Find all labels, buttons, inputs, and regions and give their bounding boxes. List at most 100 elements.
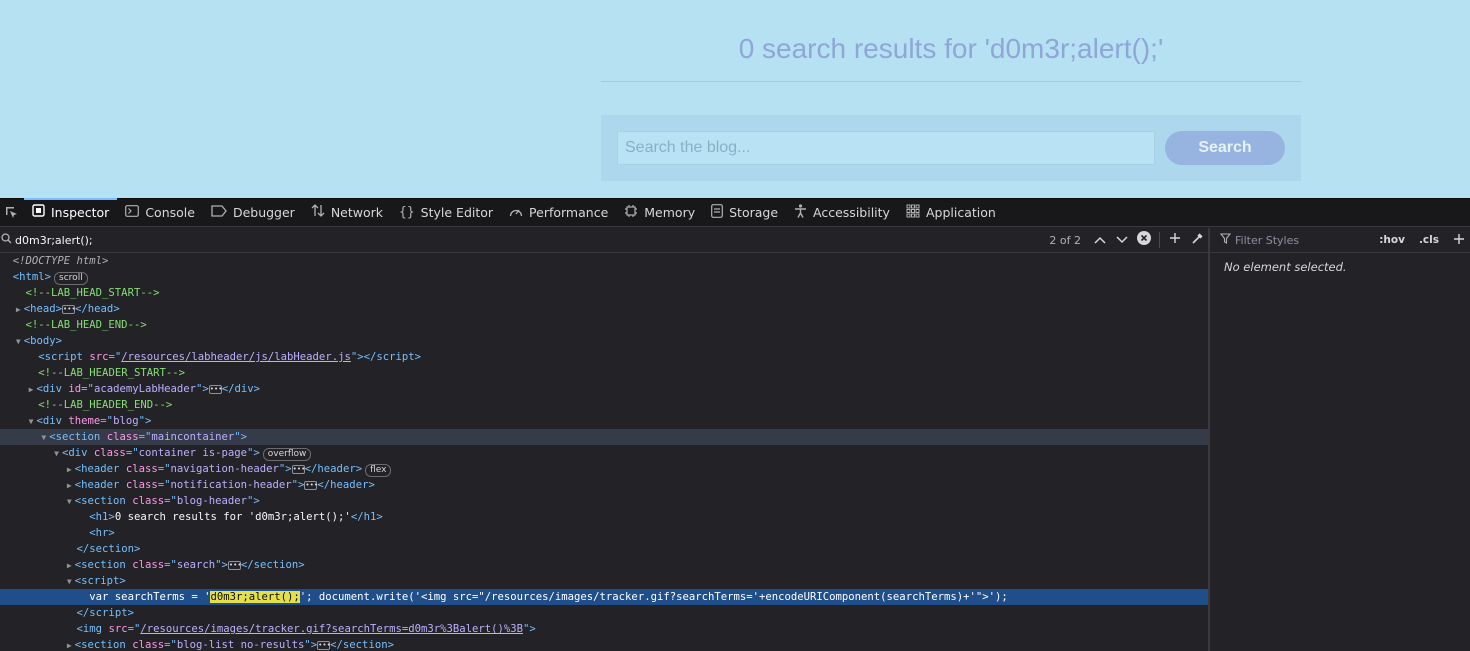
tree-line-img[interactable]: <img src="/resources/images/tracker.gif?… [0, 621, 1208, 637]
devtools-toolbar: Inspector Console Debugger Network {} St… [0, 197, 1470, 227]
tree-line-html[interactable]: <html> scroll [0, 269, 1208, 285]
tree-line-div[interactable]: ▶ <div id="academyLabHeader">•••</div> [0, 381, 1208, 397]
img-src-link[interactable]: /resources/images/tracker.gif?searchTerm… [140, 623, 523, 635]
tree-line-script-close[interactable]: </script> [0, 605, 1208, 621]
expand-arrow-icon[interactable]: ▶ [13, 302, 24, 318]
tree-line-section-maincontainer[interactable]: ▼ <section class="maincontainer"> [0, 429, 1208, 445]
collapse-arrow-icon[interactable]: ▼ [26, 414, 37, 430]
rules-sidebar: Filter Styles :hov .cls No element selec… [1208, 228, 1470, 651]
tab-storage[interactable]: Storage [703, 199, 786, 227]
tree-line-section-blog-list[interactable]: ▶ <section class="blog-list no-results">•… [0, 637, 1208, 651]
tree-line-section-close[interactable]: </section> [0, 541, 1208, 557]
network-icon [311, 204, 325, 221]
collapse-arrow-icon[interactable]: ▼ [64, 574, 75, 590]
tab-accessibility-label: Accessibility [813, 205, 890, 220]
tree-line-div-theme[interactable]: ▼ <div theme="blog"> [0, 413, 1208, 429]
tree-line-head[interactable]: ▶ <head>•••</head> [0, 301, 1208, 317]
comment-node: <!--LAB_HEADER_START--> [38, 367, 185, 379]
expand-arrow-icon[interactable]: ▶ [64, 462, 75, 478]
collapsed-children-icon[interactable]: ••• [208, 384, 222, 394]
tree-line-hr[interactable]: <hr> [0, 525, 1208, 541]
tree-line-comment[interactable]: <!--LAB_HEAD_END--> [0, 317, 1208, 333]
page-heading: 0 search results for 'd0m3r;alert();' [738, 33, 1164, 64]
tab-console[interactable]: Console [117, 199, 203, 227]
tree-line-comment[interactable]: <!--LAB_HEAD_START--> [0, 285, 1208, 301]
collapsed-children-icon[interactable]: ••• [62, 304, 76, 314]
text-node: 0 search results for 'd0m3r;alert();' [114, 511, 351, 523]
collapsed-children-icon[interactable]: ••• [317, 640, 331, 650]
scroll-badge[interactable]: scroll [54, 272, 88, 285]
eyedropper-icon[interactable] [1186, 232, 1208, 249]
tab-storage-label: Storage [729, 205, 779, 220]
expand-arrow-icon[interactable]: ▶ [64, 478, 75, 494]
tree-line-comment[interactable]: <!--LAB_HEADER_START--> [0, 365, 1208, 381]
tab-performance[interactable]: Performance [501, 199, 616, 227]
collapsed-children-icon[interactable]: ••• [227, 560, 242, 570]
clear-search-icon[interactable] [1133, 231, 1155, 249]
search-icon [1, 233, 15, 247]
collapse-arrow-icon[interactable]: ▼ [13, 334, 24, 350]
filter-styles-input[interactable]: Filter Styles [1235, 234, 1370, 247]
html-search-input[interactable]: d0m3r;alert(); [15, 234, 1049, 247]
expand-arrow-icon[interactable]: ▶ [64, 638, 75, 651]
accessibility-icon [794, 203, 807, 222]
attr-value: blog-header [176, 495, 248, 507]
tab-console-label: Console [145, 205, 195, 220]
tree-line-comment[interactable]: <!--LAB_HEADER_END--> [0, 397, 1208, 413]
storage-icon [711, 203, 724, 222]
tree-line-doctype[interactable]: <!DOCTYPE html> [0, 253, 1208, 269]
filter-icon [1219, 233, 1232, 247]
collapse-arrow-icon[interactable]: ▼ [38, 430, 49, 446]
element-picker-icon[interactable] [0, 199, 24, 227]
script-src-link[interactable]: /resources/labheader/js/labHeader.js [121, 351, 351, 363]
flex-badge[interactable]: flex [365, 464, 392, 477]
collapsed-children-icon[interactable]: ••• [304, 480, 318, 490]
tree-line-body[interactable]: ▼ <body> [0, 333, 1208, 349]
previous-match-icon[interactable] [1089, 233, 1111, 248]
attr-value: blog-list no-results [176, 639, 305, 651]
no-element-message: No element selected. [1224, 260, 1347, 274]
expand-arrow-icon[interactable]: ▶ [64, 558, 75, 574]
tab-accessibility[interactable]: Accessibility [786, 199, 898, 227]
overflow-badge[interactable]: overflow [262, 448, 312, 461]
attr-value: notification-header [170, 479, 292, 491]
toolbar-separator [1159, 232, 1160, 248]
tab-memory[interactable]: Memory [616, 199, 703, 227]
tree-line-header-nav[interactable]: ▶ <header class="navigation-header">•••</… [0, 461, 1208, 477]
search-button[interactable]: Search [1165, 131, 1285, 165]
tree-line-h1[interactable]: <h1>0 search results for 'd0m3r;alert();… [0, 509, 1208, 525]
tab-style-editor[interactable]: {} Style Editor [391, 199, 501, 227]
tab-network-label: Network [330, 205, 384, 220]
tree-line-script-content[interactable]: var searchTerms = 'd0m3r;alert();'; docu… [0, 589, 1208, 605]
debugger-icon [211, 204, 227, 221]
tree-line-section-blog-header[interactable]: ▼ <section class="blog-header"> [0, 493, 1208, 509]
tab-application[interactable]: Application [898, 199, 1004, 227]
hov-button[interactable]: :hov [1374, 234, 1410, 246]
inspector-icon [32, 204, 45, 221]
attr-value: search [176, 559, 216, 571]
tree-line-header-notif[interactable]: ▶ <header class="notification-header">•••… [0, 477, 1208, 493]
search-panel: Search the blog... Search [601, 115, 1301, 181]
tab-network[interactable]: Network [303, 199, 391, 227]
blog-search-input[interactable]: Search the blog... [617, 131, 1155, 165]
markup-tree: <!DOCTYPE html> <html> scroll <!--LAB_HEA… [0, 253, 1208, 651]
tab-debugger[interactable]: Debugger [203, 199, 303, 227]
next-match-icon[interactable] [1111, 233, 1133, 248]
style-editor-icon: {} [399, 205, 415, 220]
add-node-icon[interactable] [1164, 232, 1186, 248]
tree-line-div-container[interactable]: ▼ <div class="container is-page"> overflow [0, 445, 1208, 461]
collapse-arrow-icon[interactable]: ▼ [51, 446, 62, 462]
collapse-arrow-icon[interactable]: ▼ [64, 494, 75, 510]
add-rule-icon[interactable] [1448, 233, 1470, 248]
tree-line-section-search[interactable]: ▶ <section class="search">•••</section> [0, 557, 1208, 573]
performance-icon [509, 205, 523, 221]
tab-memory-label: Memory [644, 205, 696, 220]
collapsed-children-icon[interactable]: ••• [291, 464, 305, 474]
cls-button[interactable]: .cls [1414, 234, 1444, 246]
tab-inspector[interactable]: Inspector [24, 197, 118, 227]
script-text: '; document.write('<img src="/resources/… [299, 591, 1008, 603]
memory-icon [624, 204, 638, 222]
tree-line-script-open[interactable]: ▼ <script> [0, 573, 1208, 589]
expand-arrow-icon[interactable]: ▶ [26, 382, 37, 398]
tree-line-script[interactable]: <script src="/resources/labheader/js/lab… [0, 349, 1208, 365]
